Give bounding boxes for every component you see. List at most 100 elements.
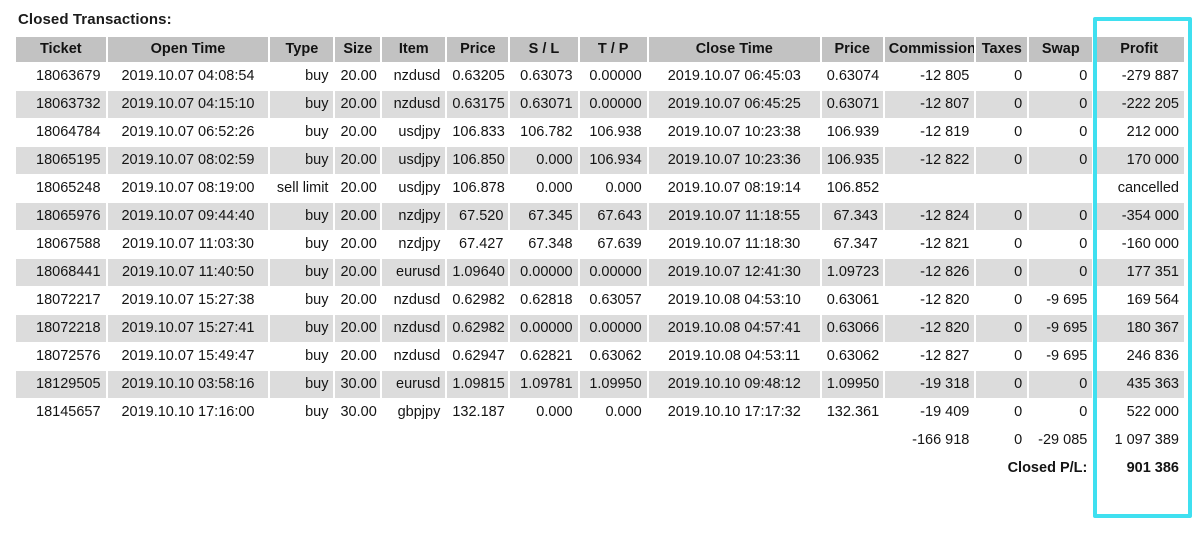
cell-profit: 180 367	[1094, 315, 1184, 342]
table-row[interactable]: 18067588 2019.10.07 11:03:30 buy 20.00 nzdjp…	[16, 231, 1184, 258]
cell-price: 0.63205	[447, 63, 509, 90]
table-row[interactable]: 18072218 2019.10.07 15:27:41 buy 20.00 nzdus…	[16, 315, 1184, 342]
cell-tp: 0.63062	[579, 343, 647, 370]
cell-swap: 0	[1029, 91, 1093, 118]
cell-swap: 0	[1029, 259, 1093, 286]
cell-profit: -160 000	[1094, 231, 1184, 258]
table-row[interactable]: 18068441 2019.10.07 11:40:50 buy 20.00 eurus…	[16, 259, 1184, 286]
cell-tp: 106.938	[579, 119, 647, 146]
column-header-stop-loss[interactable]: S / L	[510, 37, 578, 62]
report-page: Closed Transactions: Ticket Open Time Ty…	[0, 0, 1200, 533]
cell-close-price: 67.343	[821, 203, 883, 230]
table-row[interactable]: 18072576 2019.10.07 15:49:47 buy 20.00 nzdus…	[16, 343, 1184, 370]
cell-taxes: 0	[976, 231, 1028, 258]
cell-swap	[1029, 175, 1092, 202]
cell-item: nzdjpy	[382, 203, 446, 230]
column-header-taxes[interactable]: Taxes	[976, 37, 1028, 62]
cell-price: 106.878	[447, 175, 509, 202]
cell-close-price: 0.63061	[821, 287, 883, 314]
subtotal-taxes: 0	[1014, 432, 1023, 448]
cell-price: 0.62947	[447, 343, 509, 370]
cell-profit: 435 363	[1094, 371, 1184, 398]
cell-ticket: 18063732	[16, 91, 106, 118]
column-header-swap[interactable]: Swap	[1029, 37, 1093, 62]
cell-ticket: 18072217	[16, 287, 106, 314]
cell-size: 20.00	[335, 259, 381, 286]
table-row[interactable]: 18065248 2019.10.07 08:19:00 sell limit 20.…	[16, 175, 1184, 202]
cell-profit: 170 000	[1094, 147, 1184, 174]
cell-open-time: 2019.10.07 08:02:59	[107, 147, 269, 174]
cell-size: 20.00	[335, 315, 381, 342]
table-row[interactable]: 18063679 2019.10.07 04:08:54 buy 20.00 nzdus…	[16, 63, 1184, 90]
cell-commission	[885, 175, 975, 202]
column-header-commission[interactable]: Commission	[884, 37, 975, 62]
cell-profit: 169 564	[1094, 287, 1184, 314]
cell-price: 0.62982	[447, 315, 509, 342]
cell-taxes: 0	[976, 343, 1028, 370]
cell-swap: -9 695	[1029, 315, 1093, 342]
cell-tp: 0.00000	[579, 259, 647, 286]
cell-ticket: 18065195	[16, 147, 106, 174]
table-row[interactable]: 18065976 2019.10.07 09:44:40 buy 20.00 nzdjp…	[16, 203, 1184, 230]
column-header-ticket[interactable]: Ticket	[16, 37, 106, 62]
cell-sl: 0.000	[510, 175, 578, 202]
closed-pl-spacer	[447, 455, 508, 482]
cell-item: usdjpy	[382, 175, 446, 202]
cell-close-price: 0.63074	[821, 63, 883, 90]
cell-profit: 177 351	[1094, 259, 1184, 286]
cell-taxes: 0	[976, 119, 1028, 146]
cell-tp: 1.09950	[579, 371, 647, 398]
cell-size: 20.00	[335, 63, 381, 90]
cell-size: 20.00	[335, 147, 381, 174]
cell-taxes: 0	[976, 371, 1028, 398]
closed-pl-spacer	[16, 455, 106, 482]
subtotal-spacer	[447, 427, 508, 454]
cell-ticket: 18065248	[16, 175, 106, 202]
cell-commission: -12 822	[884, 147, 975, 174]
column-header-profit[interactable]: Profit	[1094, 37, 1184, 62]
cell-close-time: 2019.10.08 04:57:41	[648, 315, 820, 342]
column-header-type[interactable]: Type	[270, 37, 334, 62]
column-header-close-time[interactable]: Close Time	[648, 37, 820, 62]
cell-ticket: 18065976	[16, 203, 106, 230]
table-row[interactable]: 18065195 2019.10.07 08:02:59 buy 20.00 usdjp…	[16, 147, 1184, 174]
cell-type: buy	[270, 371, 334, 398]
cell-ticket: 18067588	[16, 231, 106, 258]
cell-sl: 67.345	[510, 203, 578, 230]
cell-open-time: 2019.10.07 11:03:30	[107, 231, 269, 258]
table-row[interactable]: 18064784 2019.10.07 06:52:26 buy 20.00 usdjp…	[16, 119, 1184, 146]
subtotal-spacer	[335, 427, 380, 454]
table-row[interactable]: 18129505 2019.10.10 03:58:16 buy 30.00 eurus…	[16, 371, 1184, 398]
cell-type: buy	[270, 147, 334, 174]
cell-close-time: 2019.10.07 10:23:36	[648, 147, 820, 174]
cell-tp: 106.934	[579, 147, 647, 174]
cell-sl: 106.782	[510, 119, 578, 146]
cell-commission: -12 820	[884, 287, 975, 314]
cell-swap: 0	[1029, 119, 1093, 146]
closed-pl-spacer	[580, 455, 647, 482]
column-header-take-profit[interactable]: T / P	[579, 37, 647, 62]
cell-close-time: 2019.10.08 04:53:11	[648, 343, 820, 370]
cell-item: nzdusd	[382, 343, 446, 370]
cell-type: buy	[270, 399, 334, 426]
column-header-size[interactable]: Size	[335, 37, 381, 62]
column-header-price-open[interactable]: Price	[447, 37, 509, 62]
cell-item: nzdusd	[382, 91, 446, 118]
cell-profit: 246 836	[1094, 343, 1184, 370]
table-body: 18063679 2019.10.07 04:08:54 buy 20.00 nzdus…	[16, 63, 1184, 482]
cell-item: nzdusd	[382, 63, 446, 90]
column-header-item[interactable]: Item	[382, 37, 446, 62]
table-row[interactable]: 18145657 2019.10.10 17:16:00 buy 30.00 gbpjp…	[16, 399, 1184, 426]
cell-item: usdjpy	[382, 119, 446, 146]
column-header-open-time[interactable]: Open Time	[107, 37, 269, 62]
cell-close-price: 0.63066	[821, 315, 883, 342]
column-header-price-close[interactable]: Price	[821, 37, 883, 62]
cell-size: 20.00	[335, 119, 381, 146]
table-row[interactable]: 18072217 2019.10.07 15:27:38 buy 20.00 nzdus…	[16, 287, 1184, 314]
table-row[interactable]: 18063732 2019.10.07 04:15:10 buy 20.00 nzdus…	[16, 91, 1184, 118]
cell-sl: 0.00000	[510, 259, 578, 286]
subtotal-spacer	[16, 427, 106, 454]
cell-swap: -9 695	[1029, 343, 1093, 370]
subtotal-profit: 1 097 389	[1114, 432, 1179, 448]
closed-pl-value: 901 386	[1126, 460, 1179, 476]
